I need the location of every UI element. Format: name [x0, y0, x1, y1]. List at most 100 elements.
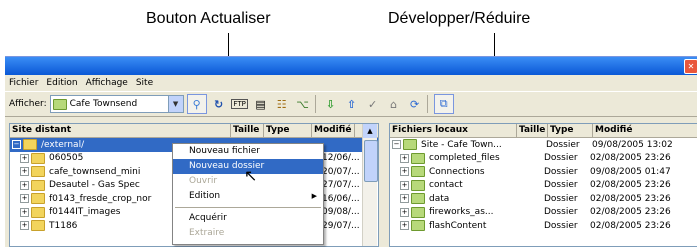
col-type[interactable]: Type — [548, 124, 593, 137]
modified-date: 09/08/2005 01:47 — [590, 166, 671, 177]
local-header: Fichiers locaux Taille Type Modifié — [390, 124, 697, 138]
modified-date: 09/08/... — [322, 207, 360, 218]
type-cell: Dossier — [544, 180, 578, 191]
check-out-button[interactable]: ✓ — [364, 95, 382, 113]
check-in-button[interactable]: ⌂ — [385, 95, 403, 113]
list-item[interactable]: + fireworks_as... Dossier 02/08/2005 23:2… — [390, 206, 697, 220]
modified-date: 09/08/2005 13:02 — [592, 139, 673, 150]
expand-icon[interactable]: + — [400, 194, 409, 204]
menu-edition[interactable]: Edition — [46, 78, 77, 88]
expand-icon[interactable]: + — [20, 167, 29, 177]
folder-icon — [31, 206, 45, 218]
folder-icon — [411, 179, 425, 191]
expand-icon[interactable]: + — [20, 194, 29, 204]
get-button[interactable]: ⇩ — [322, 95, 340, 113]
type-cell: Dossier — [544, 153, 578, 164]
list-item[interactable]: + flashContent Dossier 02/08/2005 23:26 — [390, 219, 697, 233]
expand-collapse-button[interactable]: ⧉ — [433, 94, 454, 114]
scroll-thumb[interactable] — [364, 140, 378, 182]
modified-date: 02/08/2005 23:26 — [590, 193, 671, 204]
check-out-icon: ✓ — [368, 97, 378, 111]
list-item[interactable]: + completed_files Dossier 02/08/2005 23:2… — [390, 152, 697, 166]
view-icon: ▤ — [255, 97, 266, 111]
menu-item-edition[interactable]: Edition ▶ — [173, 189, 323, 204]
col-local-files[interactable]: Fichiers locaux — [390, 124, 517, 137]
toolbar-divider — [426, 95, 428, 113]
folder-icon — [411, 206, 425, 218]
col-size[interactable]: Taille — [231, 124, 264, 137]
file-name: 060505 — [49, 153, 84, 164]
folder-icon — [31, 193, 45, 205]
expand-icon[interactable]: + — [400, 207, 409, 217]
expand-icon[interactable]: + — [400, 167, 409, 177]
folder-icon — [411, 220, 425, 232]
toolbar: Afficher: Cafe Townsend ▼ ⚲ ↻ FTP ▤ ☷ ⌥ … — [5, 91, 697, 117]
scroll-up-icon[interactable]: ▲ — [363, 124, 377, 138]
file-name: fireworks_as... — [429, 207, 494, 218]
context-menu: Nouveau fichier Nouveau dossier Ouvrir E… — [172, 143, 324, 245]
refresh-button[interactable]: ↻ — [210, 95, 228, 113]
file-name: flashContent — [429, 220, 487, 231]
expand-collapse-icon: ⧉ — [439, 97, 448, 110]
show-label: Afficher: — [9, 99, 47, 109]
col-remote-site[interactable]: Site distant — [10, 124, 231, 137]
chevron-down-icon[interactable]: ▼ — [167, 96, 183, 112]
expand-icon[interactable]: + — [400, 180, 409, 190]
modified-date: 20/07/... — [322, 166, 360, 177]
menu-item-get[interactable]: Acquérir — [173, 211, 323, 226]
get-icon: ⇩ — [326, 97, 336, 111]
expand-icon[interactable]: + — [20, 207, 29, 217]
type-cell: Dossier — [546, 139, 580, 150]
remote-scrollbar[interactable]: ▲ — [362, 124, 378, 246]
type-cell: Dossier — [544, 193, 578, 204]
menu-bar: Fichier Edition Affichage Site — [5, 75, 697, 91]
connect-icon: ⚲ — [192, 97, 201, 111]
menu-item-new-file[interactable]: Nouveau fichier — [173, 144, 323, 159]
dreamweaver-files-window: ✕ Fichier Edition Affichage Site Affiche… — [5, 56, 697, 247]
site-files-button[interactable]: ☷ — [273, 95, 291, 113]
menu-affichage[interactable]: Affichage — [86, 78, 128, 88]
col-size[interactable]: Taille — [517, 124, 548, 137]
folder-icon — [31, 166, 45, 178]
folder-icon — [411, 152, 425, 164]
file-name: data — [429, 193, 450, 204]
close-icon[interactable]: ✕ — [684, 59, 697, 74]
type-cell: Dossier — [544, 166, 578, 177]
site-map-button[interactable]: ⌥ — [294, 95, 312, 113]
ftp-log-button[interactable]: FTP — [231, 95, 249, 113]
menu-fichier[interactable]: Fichier — [9, 78, 38, 88]
col-modified[interactable]: Modifié — [312, 124, 355, 137]
list-item[interactable]: + data Dossier 02/08/2005 23:26 — [390, 192, 697, 206]
modified-date: 02/08/2005 23:26 — [590, 207, 671, 218]
file-name: f0144IT_images — [49, 207, 121, 218]
check-in-icon: ⌂ — [390, 97, 398, 111]
modified-date: 29/07/... — [322, 220, 360, 231]
remote-header: Site distant Taille Type Modifié — [10, 124, 378, 138]
expand-icon[interactable]: + — [20, 153, 29, 163]
file-name: Site - Cafe Town... — [421, 139, 502, 150]
folder-icon — [31, 152, 45, 164]
expand-icon[interactable]: + — [400, 221, 409, 231]
collapse-icon[interactable]: − — [392, 140, 401, 150]
list-item[interactable]: + contact Dossier 02/08/2005 23:26 — [390, 179, 697, 193]
modified-date: 12/06/... — [322, 153, 360, 164]
list-item[interactable]: + Connections Dossier 09/08/2005 01:47 — [390, 165, 697, 179]
file-name: completed_files — [429, 153, 500, 164]
expand-icon[interactable]: + — [400, 153, 409, 163]
mouse-cursor-icon: ↖ — [244, 166, 258, 185]
synchronize-button[interactable]: ⟳ — [406, 95, 424, 113]
expand-icon[interactable]: + — [20, 221, 29, 231]
col-modified[interactable]: Modifié — [593, 124, 697, 137]
collapse-icon[interactable]: − — [12, 140, 21, 150]
expand-icon[interactable]: + — [20, 180, 29, 190]
tree-row-root[interactable]: − Site - Cafe Town... Dossier 09/08/2005 … — [390, 138, 697, 152]
site-select[interactable]: Cafe Townsend ▼ — [49, 95, 184, 113]
title-bar: ✕ — [5, 57, 697, 75]
connect-button[interactable]: ⚲ — [186, 94, 207, 114]
menu-site[interactable]: Site — [136, 78, 153, 88]
put-button[interactable]: ⇧ — [343, 95, 361, 113]
refresh-icon: ↻ — [214, 97, 224, 111]
view-button[interactable]: ▤ — [252, 95, 270, 113]
folder-icon — [52, 98, 67, 110]
col-type[interactable]: Type — [264, 124, 312, 137]
